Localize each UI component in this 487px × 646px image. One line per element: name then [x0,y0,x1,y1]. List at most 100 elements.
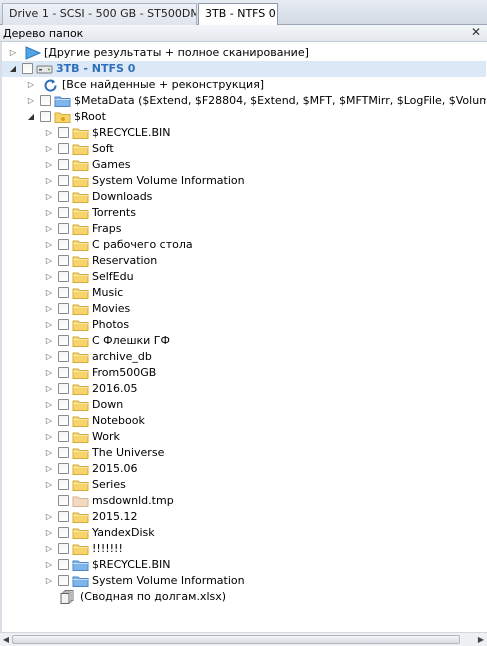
tree-row[interactable]: ▷ 2016.05 [2,381,486,397]
expand-right-icon[interactable]: ▷ [26,79,36,91]
tree-row-checkbox[interactable] [58,399,69,410]
close-icon[interactable]: ✕ [471,25,481,39]
tree-row-checkbox[interactable] [58,527,69,538]
expand-right-icon[interactable]: ▷ [44,543,54,555]
tree-row-checkbox[interactable] [58,559,69,570]
tree-row-checkbox[interactable] [58,207,69,218]
expand-right-icon[interactable]: ▷ [44,239,54,251]
tree-row-checkbox[interactable] [58,431,69,442]
tree-row[interactable]: ▷ $RECYCLE.BIN [2,125,486,141]
tree-row[interactable]: ▷ Work [2,429,486,445]
expand-right-icon[interactable]: ▷ [44,383,54,395]
tree-row[interactable]: ▷ Games [2,157,486,173]
tree-row[interactable]: ▷ System Volume Information [2,573,486,589]
expand-right-icon[interactable]: ▷ [44,431,54,443]
tree-row[interactable]: msdownld.tmp [2,493,486,509]
tree-row-checkbox[interactable] [58,287,69,298]
tree-row-checkbox[interactable] [58,223,69,234]
expand-right-icon[interactable]: ▷ [44,575,54,587]
tree-row-checkbox[interactable] [58,143,69,154]
expand-right-icon[interactable]: ▷ [44,207,54,219]
tree-row-checkbox[interactable] [58,159,69,170]
tree-row-checkbox[interactable] [40,111,51,122]
expand-right-icon[interactable]: ▷ [44,511,54,523]
tree-row[interactable]: ▷ Torrents [2,205,486,221]
tree-row-checkbox[interactable] [58,415,69,426]
tree-row-checkbox[interactable] [58,383,69,394]
tree-row[interactable]: ▷!!!!!!! [2,541,486,557]
tree-row[interactable]: ▷ 2015.06 [2,461,486,477]
tree-row-checkbox[interactable] [58,271,69,282]
expand-right-icon[interactable]: ▷ [44,447,54,459]
expand-down-icon[interactable]: ◢ [8,63,18,75]
tree-row-checkbox[interactable] [40,95,51,106]
tree-row-checkbox[interactable] [58,319,69,330]
tree-row-checkbox[interactable] [58,335,69,346]
expand-right-icon[interactable]: ▷ [44,143,54,155]
tree-row[interactable]: ▷ YandexDisk [2,525,486,541]
tree-row[interactable]: ▷ SelfEdu [2,269,486,285]
tree-row[interactable]: (Сводная по долгам.xlsx) [2,589,486,605]
expand-down-icon[interactable]: ◢ [26,111,36,123]
tree-row[interactable]: ▷ 2015.12 [2,509,486,525]
tree-row[interactable]: ▷ The Universe [2,445,486,461]
expand-right-icon[interactable]: ▷ [44,463,54,475]
scroll-left-arrow-icon[interactable]: ◀ [1,634,11,645]
tree-row[interactable]: ▷ [Все найденные + реконструкция] [2,77,486,93]
scroll-right-arrow-icon[interactable]: ▶ [476,634,486,645]
tree-row-checkbox[interactable] [58,175,69,186]
tree-row-checkbox[interactable] [58,127,69,138]
tree-row-checkbox[interactable] [58,479,69,490]
tree-row[interactable]: ▷ Series [2,477,486,493]
expand-right-icon[interactable]: ▷ [44,287,54,299]
expand-right-icon[interactable]: ▷ [44,335,54,347]
expand-right-icon[interactable]: ▷ [8,47,18,59]
tree-row[interactable]: ▷ Movies [2,301,486,317]
expand-right-icon[interactable]: ▷ [44,255,54,267]
tree-row-checkbox[interactable] [58,463,69,474]
expand-right-icon[interactable]: ▷ [26,95,36,107]
tree-row[interactable]: ▷ Music [2,285,486,301]
tree-row[interactable]: ▷ archive_db [2,349,486,365]
tree-row[interactable]: ▷ System Volume Information [2,173,486,189]
tree-row-checkbox[interactable] [58,447,69,458]
tree-row[interactable]: ▷ С Флешки ГФ [2,333,486,349]
expand-right-icon[interactable]: ▷ [44,351,54,363]
tree-row-checkbox[interactable] [58,543,69,554]
tree-row-checkbox[interactable] [22,63,33,74]
tree-row-checkbox[interactable] [58,351,69,362]
expand-right-icon[interactable]: ▷ [44,559,54,571]
tree-row[interactable]: ▷ $RECYCLE.BIN [2,557,486,573]
expand-right-icon[interactable]: ▷ [44,399,54,411]
expand-right-icon[interactable]: ▷ [44,127,54,139]
tree-row-checkbox[interactable] [58,239,69,250]
tree-row[interactable]: ▷ [Другие результаты + полное сканировани… [2,45,486,61]
tree-row[interactable]: ▷ Photos [2,317,486,333]
tree-row-checkbox[interactable] [58,511,69,522]
tree-row[interactable]: ▷ $MetaData ($Extend, $F28804, $Extend, $… [2,93,486,109]
tree-row-checkbox[interactable] [58,575,69,586]
expand-right-icon[interactable]: ▷ [44,175,54,187]
tab-volume[interactable]: 3TB - NTFS 0 [198,3,278,26]
expand-right-icon[interactable]: ▷ [44,223,54,235]
expand-right-icon[interactable]: ▷ [44,367,54,379]
tree-row[interactable]: ▷ С рабочего стола [2,237,486,253]
tree-row[interactable]: ◢ 3TB - NTFS 0 [2,61,486,77]
tree-row[interactable]: ▷ Notebook [2,413,486,429]
expand-right-icon[interactable]: ▷ [44,319,54,331]
expand-right-icon[interactable]: ▷ [44,303,54,315]
expand-right-icon[interactable]: ▷ [44,527,54,539]
tree-row[interactable]: ▷ From500GB [2,365,486,381]
tree-row-checkbox[interactable] [58,303,69,314]
expand-right-icon[interactable]: ▷ [44,415,54,427]
expand-right-icon[interactable]: ▷ [44,159,54,171]
tree-row[interactable]: ▷ Reservation [2,253,486,269]
horizontal-scrollbar[interactable]: ◀ ▶ [0,632,487,646]
tree-row-checkbox[interactable] [58,255,69,266]
tab-drive[interactable]: Drive 1 - SCSI - 500 GB - ST500DM... [2,3,197,25]
tree-row-checkbox[interactable] [58,367,69,378]
tree-row-checkbox[interactable] [58,191,69,202]
expand-right-icon[interactable]: ▷ [44,271,54,283]
tree-row[interactable]: ▷ Soft [2,141,486,157]
scrollbar-thumb[interactable] [12,635,460,644]
